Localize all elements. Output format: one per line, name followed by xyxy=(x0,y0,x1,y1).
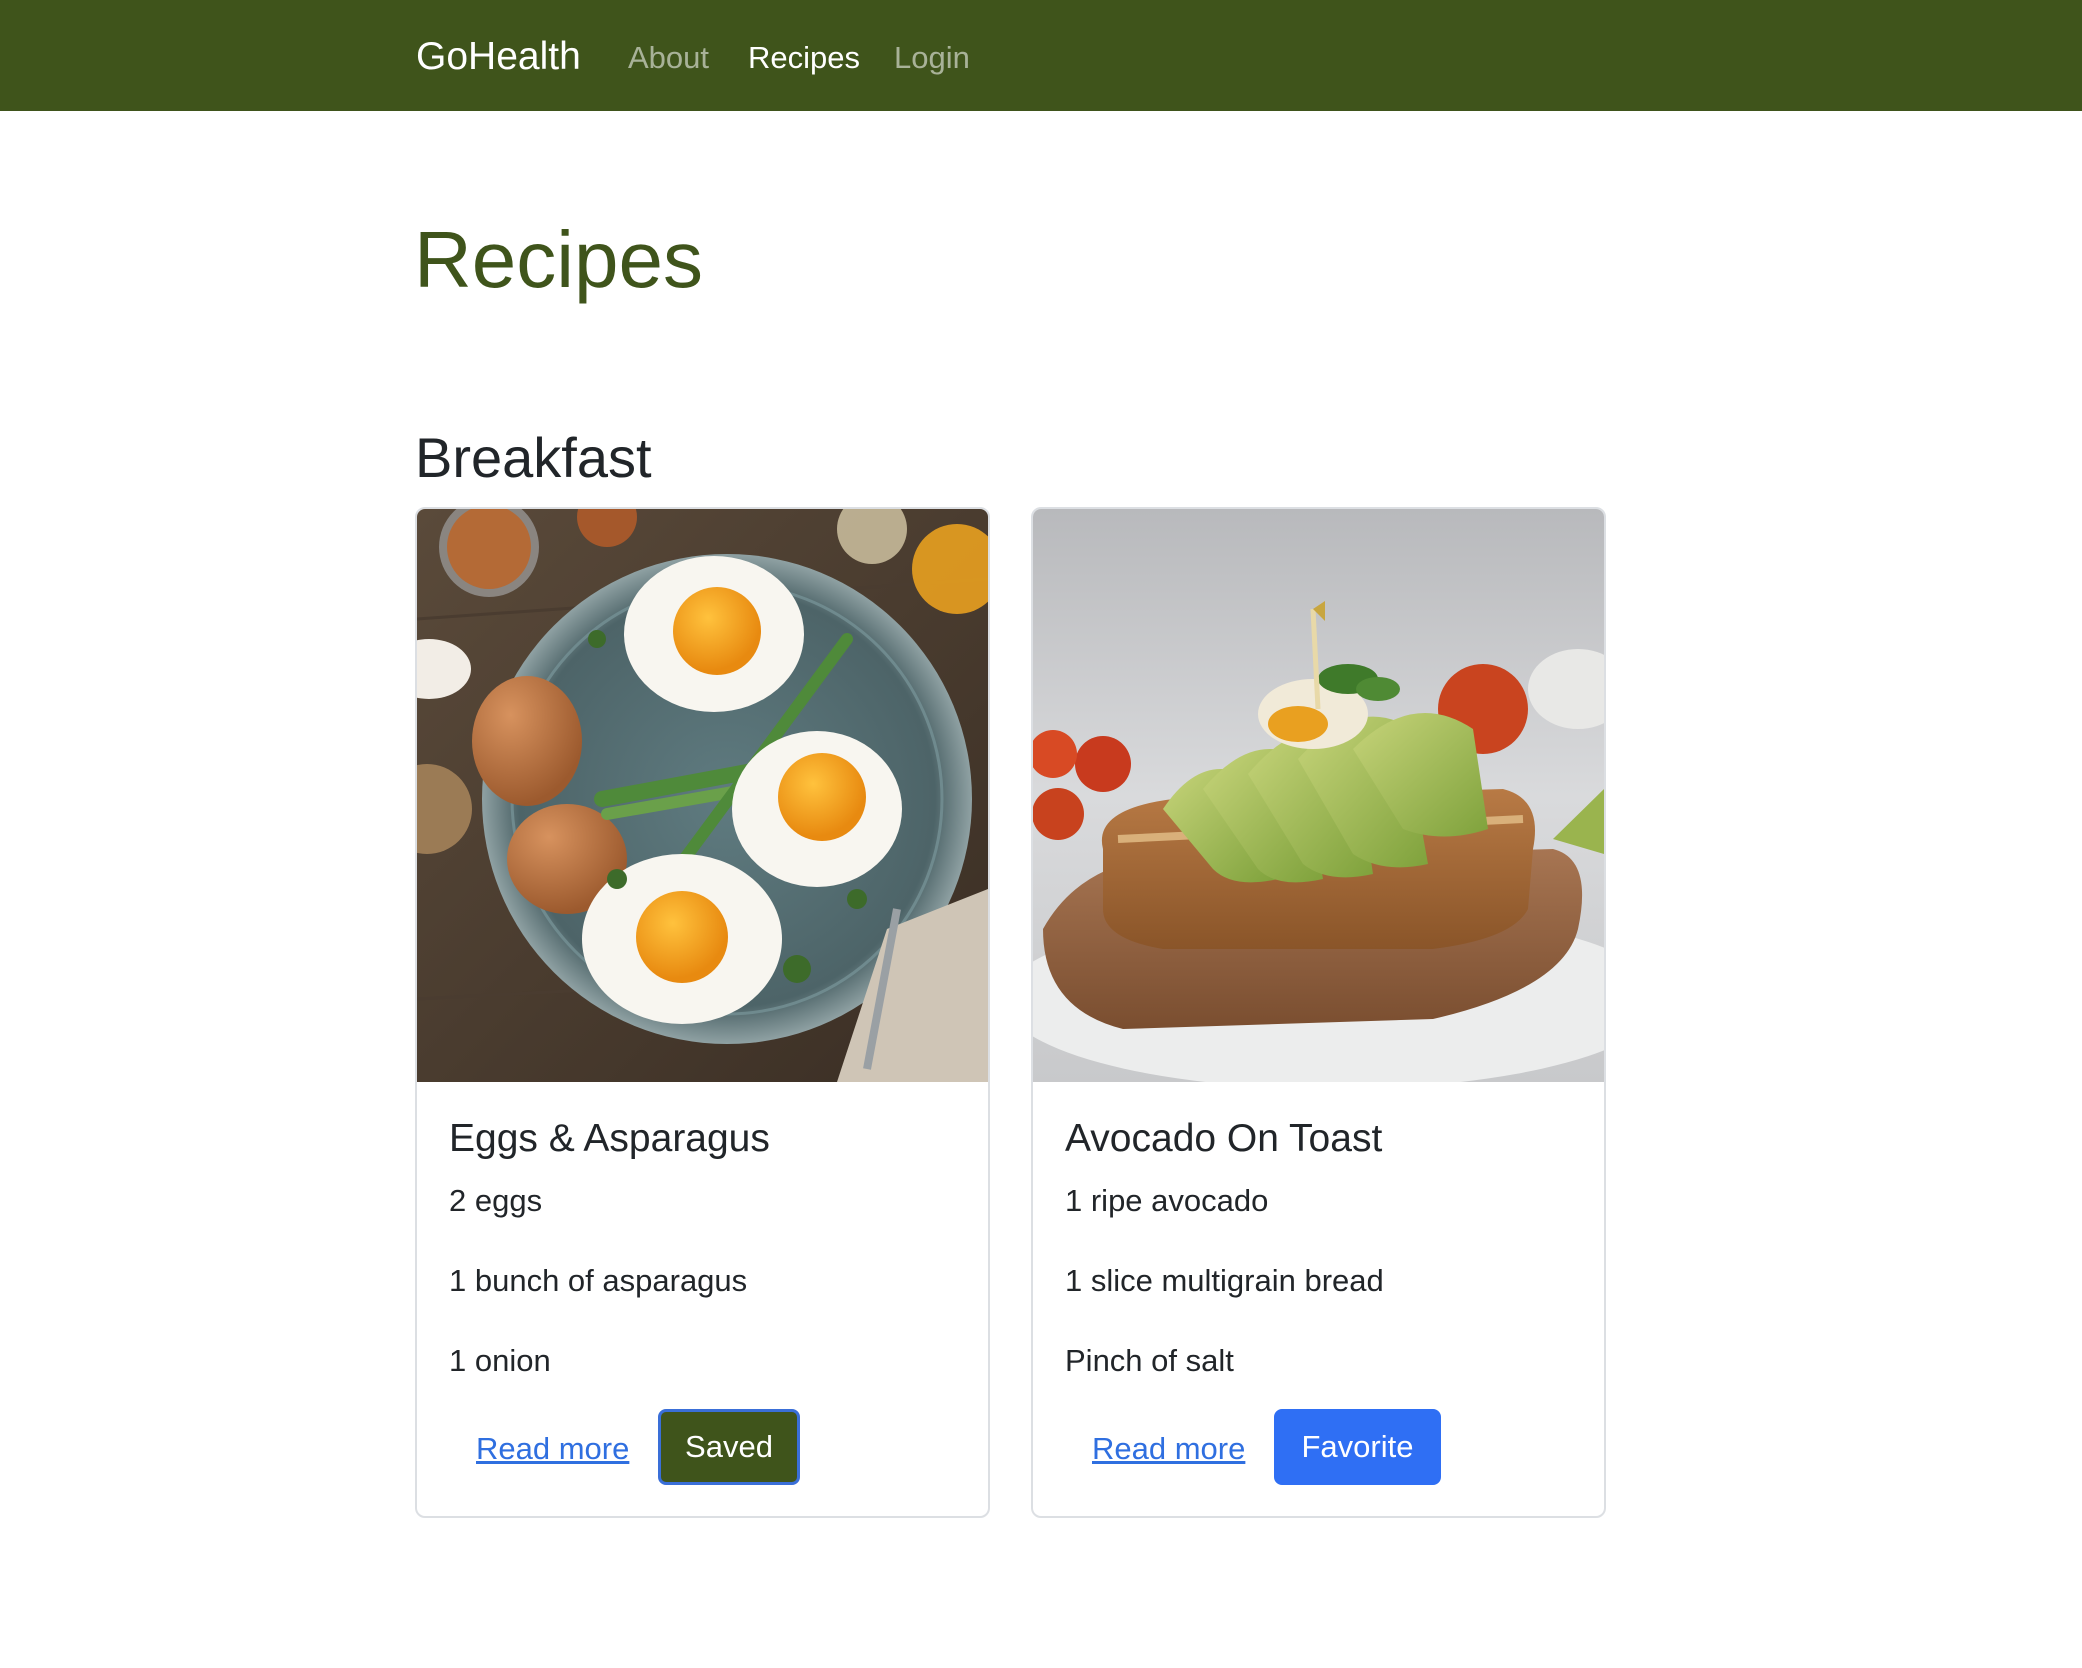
ingredient-item: 1 onion xyxy=(449,1343,551,1378)
nav-link-login[interactable]: Login xyxy=(894,38,970,78)
eggs-asparagus-photo xyxy=(417,509,988,1082)
page-title: Recipes xyxy=(414,215,704,304)
ingredient-item: Pinch of salt xyxy=(1065,1343,1234,1378)
read-more-link[interactable]: Read more xyxy=(1092,1429,1245,1469)
recipe-card: Avocado On Toast 1 ripe avocado 1 slice … xyxy=(1031,507,1606,1518)
ingredient-item: 2 eggs xyxy=(449,1183,543,1218)
ingredient-item: 1 ripe avocado xyxy=(1065,1183,1269,1218)
recipe-title: Eggs & Asparagus xyxy=(449,1117,770,1160)
ingredient-item: 1 bunch of asparagus xyxy=(449,1263,748,1298)
section-title-breakfast: Breakfast xyxy=(415,426,652,489)
brand-logo[interactable]: GoHealth xyxy=(416,33,581,81)
recipe-title: Avocado On Toast xyxy=(1065,1117,1383,1160)
saved-button[interactable]: Saved xyxy=(658,1409,800,1485)
recipe-card: Eggs & Asparagus 2 eggs 1 bunch of aspar… xyxy=(415,507,990,1518)
avocado-toast-photo xyxy=(1033,509,1604,1082)
navbar: GoHealth About Recipes Login xyxy=(0,0,2082,111)
nav-link-recipes[interactable]: Recipes xyxy=(748,38,860,78)
favorite-button[interactable]: Favorite xyxy=(1274,1409,1441,1485)
ingredient-item: 1 slice multigrain bread xyxy=(1065,1263,1384,1298)
read-more-link[interactable]: Read more xyxy=(476,1429,629,1469)
nav-link-about[interactable]: About xyxy=(628,38,709,78)
